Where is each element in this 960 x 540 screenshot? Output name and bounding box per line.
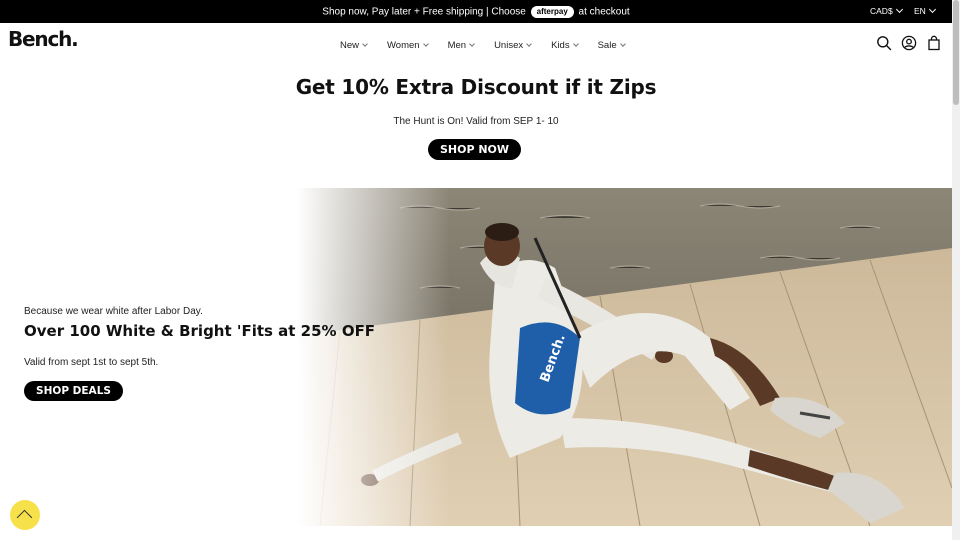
promo-title: Get 10% Extra Discount if it Zips bbox=[295, 75, 657, 99]
nav-item-unisex[interactable]: Unisex bbox=[494, 40, 532, 51]
scrollbar-thumb[interactable] bbox=[953, 0, 959, 105]
search-icon[interactable] bbox=[876, 35, 892, 51]
promo-subtitle: The Hunt is On! Valid from SEP 1- 10 bbox=[393, 116, 559, 127]
chevron-down-icon bbox=[422, 40, 429, 47]
bag-icon[interactable] bbox=[926, 35, 942, 51]
nav-item-kids[interactable]: Kids bbox=[551, 40, 579, 51]
page-scrollbar[interactable] bbox=[952, 0, 960, 540]
hero-fade bbox=[270, 188, 450, 526]
hero-banner: Bench. Because we wear white after Labor… bbox=[0, 188, 952, 526]
nav-item-sale[interactable]: Sale bbox=[597, 40, 626, 51]
announcement-text-after: at checkout bbox=[578, 6, 630, 18]
chevron-down-icon bbox=[619, 40, 626, 47]
scroll-to-top-button[interactable] bbox=[10, 500, 40, 530]
hero-pretitle: Because we wear white after Labor Day. bbox=[24, 306, 203, 317]
account-icon[interactable] bbox=[901, 35, 917, 51]
chevron-down-icon bbox=[572, 40, 579, 47]
chevron-down-icon bbox=[928, 5, 936, 14]
main-nav: New Women Men Unisex Kids Sale bbox=[340, 40, 645, 51]
nav-item-label: Men bbox=[447, 40, 467, 51]
shop-deals-button[interactable]: SHOP DEALS bbox=[24, 381, 123, 401]
nav-item-label: New bbox=[340, 40, 360, 51]
nav-item-new[interactable]: New bbox=[340, 40, 368, 51]
announcement-bar: Shop now, Pay later + Free shipping | Ch… bbox=[0, 0, 952, 23]
nav-item-label: Unisex bbox=[494, 40, 524, 51]
afterpay-badge[interactable]: afterpay bbox=[530, 6, 574, 18]
hero-validity: Valid from sept 1st to sept 5th. bbox=[24, 357, 159, 368]
language-label: EN bbox=[914, 6, 926, 16]
bench-logo[interactable]: Bench. bbox=[8, 27, 79, 51]
announcement-text: Shop now, Pay later + Free shipping | Ch… bbox=[322, 6, 526, 18]
chevron-down-icon bbox=[469, 40, 475, 47]
chevron-down-icon bbox=[895, 5, 903, 14]
nav-item-label: Kids bbox=[551, 40, 570, 51]
nav-item-label: Sale bbox=[597, 40, 617, 51]
nav-item-label: Women bbox=[387, 40, 420, 51]
chevron-down-icon bbox=[362, 40, 368, 47]
nav-item-women[interactable]: Women bbox=[387, 40, 429, 51]
hero-title: Over 100 White & Bright 'Fits at 25% OFF bbox=[24, 322, 376, 340]
language-selector[interactable]: EN bbox=[914, 5, 936, 16]
nav-item-men[interactable]: Men bbox=[447, 40, 475, 51]
header-icons bbox=[867, 35, 942, 51]
shop-now-button[interactable]: SHOP NOW bbox=[428, 139, 521, 160]
currency-label: CAD$ bbox=[870, 6, 893, 16]
chevron-down-icon bbox=[526, 40, 532, 47]
announcement-message: Shop now, Pay later + Free shipping | Ch… bbox=[0, 6, 952, 18]
currency-selector[interactable]: CAD$ bbox=[870, 5, 903, 16]
chevron-up-icon bbox=[16, 509, 33, 526]
